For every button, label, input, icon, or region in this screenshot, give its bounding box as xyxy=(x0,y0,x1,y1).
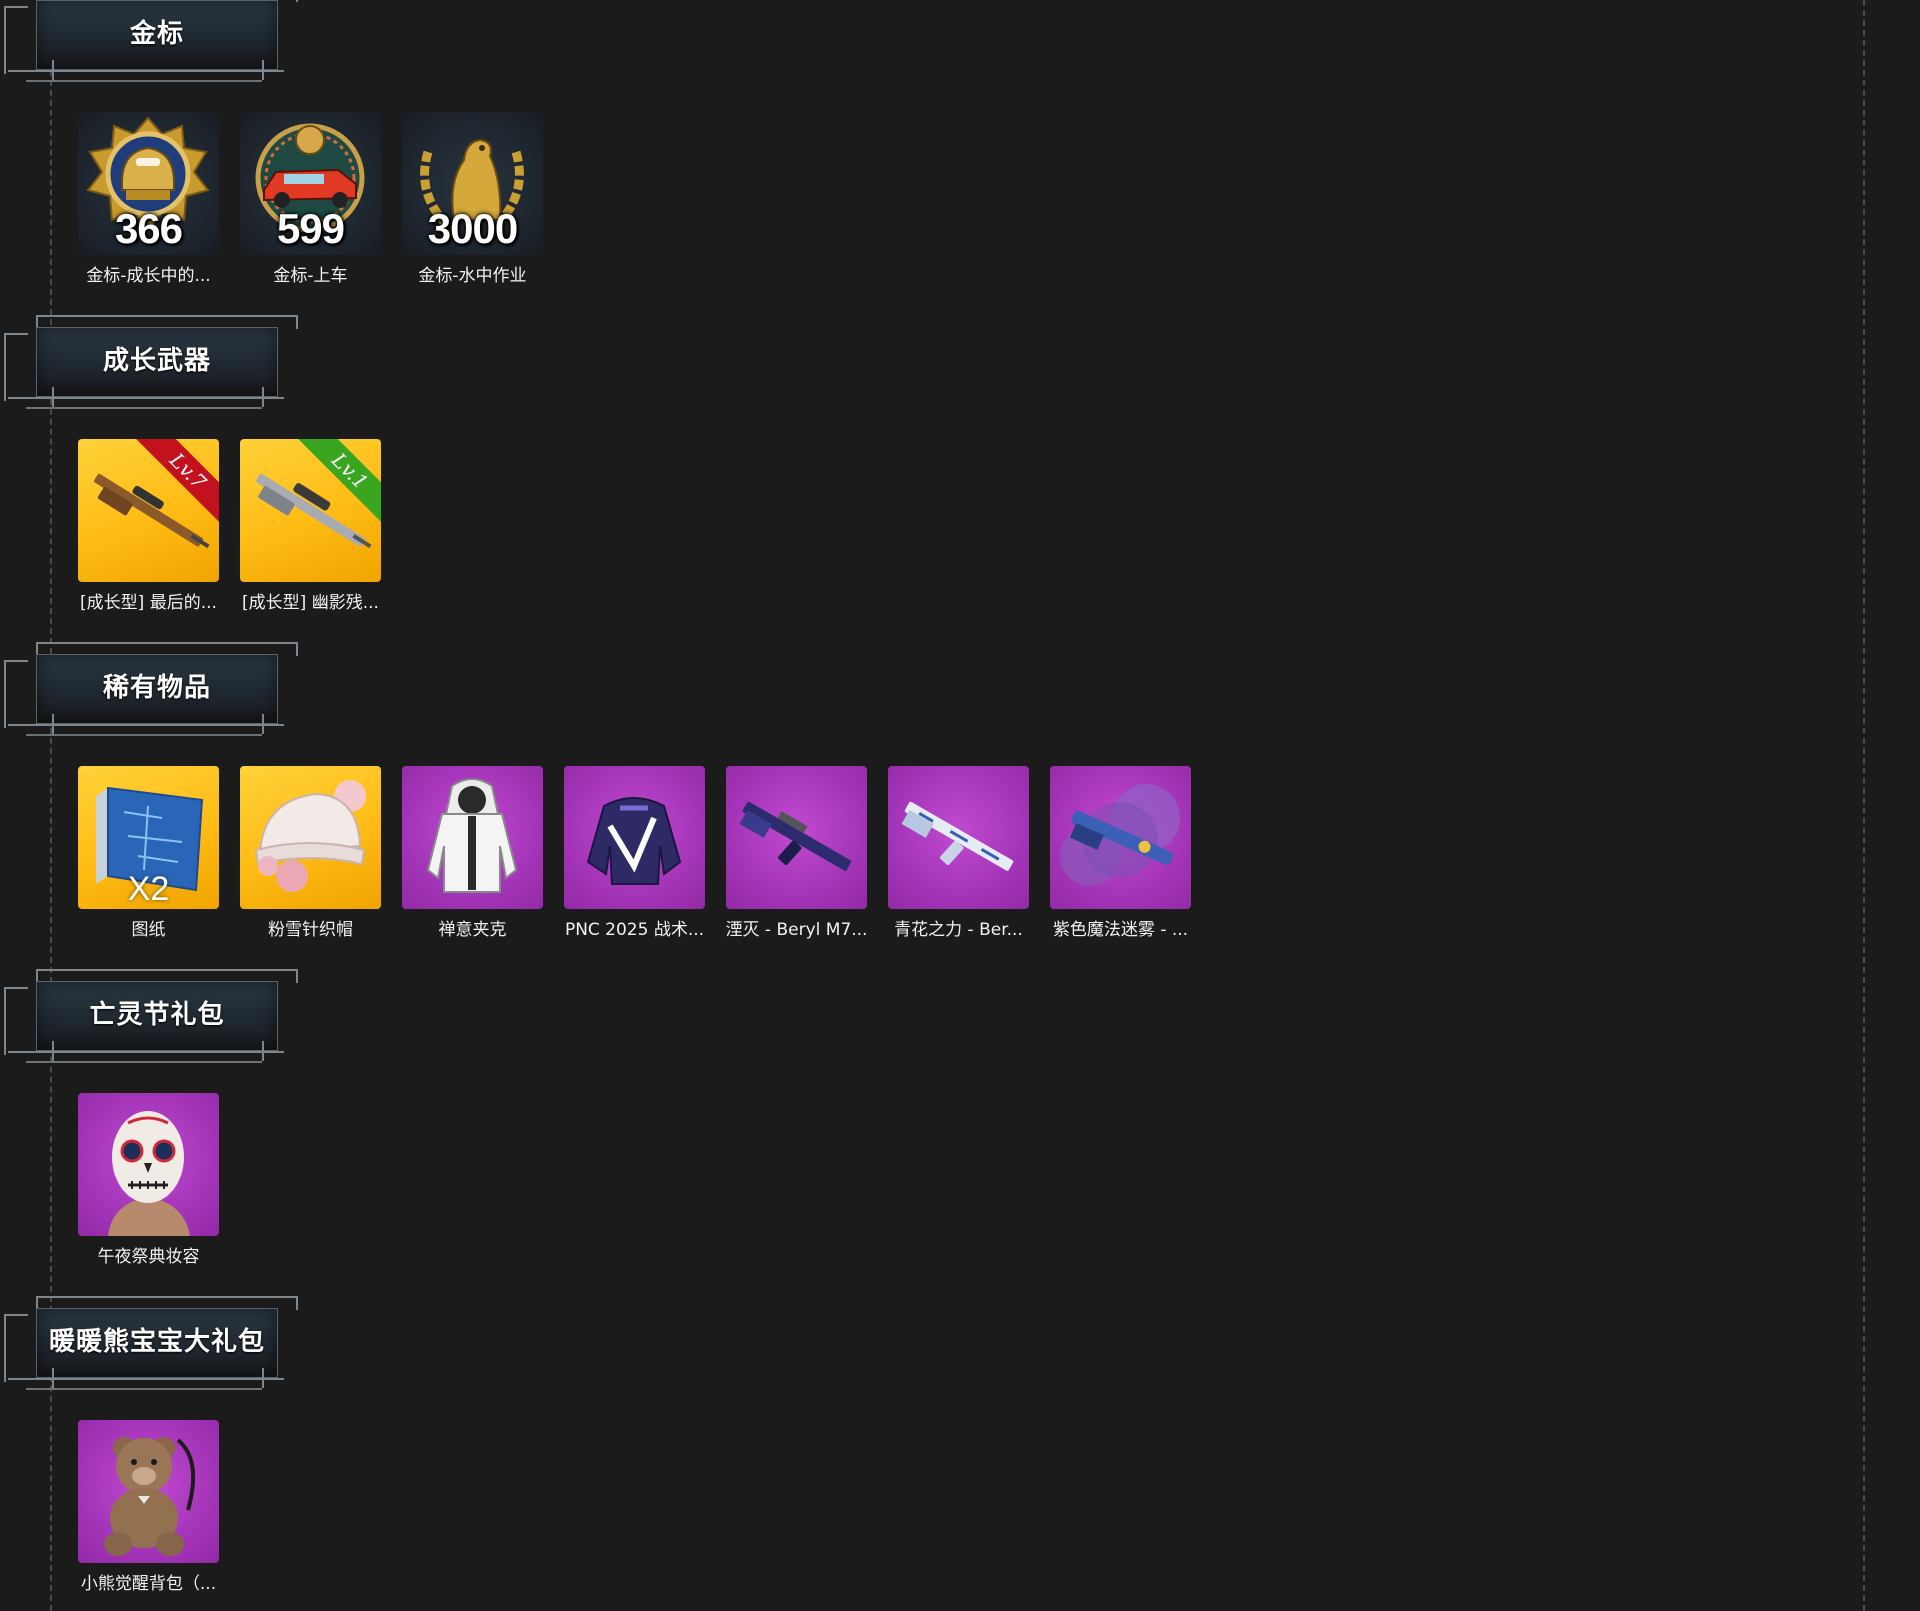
item-label: [成长型] 幽影残... xyxy=(242,593,379,613)
section-header: 稀有物品 xyxy=(0,642,300,752)
item-card[interactable]: 3000 金标-水中作业 xyxy=(402,112,543,286)
item-card[interactable]: 禅意夹克 xyxy=(402,766,543,940)
section-title: 亡灵节礼包 xyxy=(89,1000,225,1030)
shotgun-mist-icon xyxy=(1060,784,1180,886)
section-header: 暖暖熊宝宝大礼包 xyxy=(0,1296,300,1406)
item-card[interactable]: Lv.7 [成长型] 最后的... xyxy=(78,439,219,613)
item-label: 金标-成长中的... xyxy=(86,266,211,286)
item-label: [成长型] 最后的... xyxy=(80,593,217,613)
item-label: 金标-上车 xyxy=(273,266,348,286)
item-label: 粉雪针织帽 xyxy=(268,920,353,940)
item-label: 金标-水中作业 xyxy=(418,266,527,286)
section-header: 亡灵节礼包 xyxy=(0,969,300,1079)
level-badge: Lv.1 xyxy=(294,439,381,527)
item-label: 图纸 xyxy=(131,920,166,940)
right-dashed-guide xyxy=(1863,0,1865,1611)
item-label: 青花之力 - Ber... xyxy=(894,920,1023,940)
skull-face-paint-icon xyxy=(108,1111,190,1236)
level-ribbon: Lv.1 xyxy=(291,439,381,529)
section-header: 成长武器 xyxy=(0,315,300,425)
item-card[interactable]: PNC 2025 战术... xyxy=(564,766,705,940)
item-count: 599 xyxy=(276,205,345,252)
item-label: 湮灭 - Beryl M7... xyxy=(725,920,868,940)
item-label: 紫色魔法迷雾 - ... xyxy=(1052,920,1189,940)
item-card[interactable]: 紫色魔法迷雾 - ... xyxy=(1050,766,1191,940)
item-label: 小熊觉醒背包（... xyxy=(80,1574,217,1594)
section-title: 成长武器 xyxy=(102,346,211,376)
item-quantity: X2 xyxy=(127,870,170,908)
item-count: 3000 xyxy=(427,205,518,252)
teddy-bear-backpack-icon xyxy=(104,1437,196,1556)
item-card[interactable]: Lv.1 [成长型] 幽影残... xyxy=(240,439,381,613)
item-card[interactable]: 小熊觉醒背包（... xyxy=(78,1420,219,1594)
section-header: 金标 xyxy=(0,0,300,98)
hooded-jacket-icon xyxy=(426,778,518,893)
item-grid: 366 金标-成长中的... 599 金标-上车 3000 金标-水中作业 xyxy=(78,112,543,286)
item-card[interactable]: 366 金标-成长中的... xyxy=(78,112,219,286)
item-grid: X2 图纸 粉雪针织帽 禅意夹克 PNC 2025 战术... 湮灭 - Ber… xyxy=(78,766,1191,940)
item-label: 禅意夹克 xyxy=(438,920,507,940)
item-card[interactable]: 粉雪针织帽 xyxy=(240,766,381,940)
assault-rifle-purple-icon xyxy=(739,801,852,871)
item-card[interactable]: 599 金标-上车 xyxy=(240,112,381,286)
item-card[interactable]: 青花之力 - Ber... xyxy=(888,766,1029,940)
section-title: 稀有物品 xyxy=(102,673,211,703)
item-grid: Lv.7 [成长型] 最后的... Lv.1 [成长型] 幽影残... xyxy=(78,439,381,613)
item-card[interactable]: 湮灭 - Beryl M7... xyxy=(726,766,867,940)
item-label: PNC 2025 战术... xyxy=(564,920,705,940)
tactical-top-icon xyxy=(586,797,682,885)
section-title: 暖暖熊宝宝大礼包 xyxy=(48,1327,265,1357)
item-grid: 小熊觉醒背包（... xyxy=(78,1420,219,1594)
item-label: 午夜祭典妆容 xyxy=(97,1247,200,1267)
inventory-page: 金标 366 金标-成长中的... 599 金标-上车 3000 金标-水中作业… xyxy=(0,0,1920,1611)
knit-hat-icon xyxy=(254,780,366,892)
item-count: 366 xyxy=(114,205,183,252)
item-card[interactable]: 午夜祭典妆容 xyxy=(78,1093,219,1267)
level-badge: Lv.7 xyxy=(132,439,219,527)
assault-rifle-porcelain-icon xyxy=(901,801,1014,871)
level-ribbon: Lv.7 xyxy=(129,439,219,529)
item-card[interactable]: X2 图纸 xyxy=(78,766,219,940)
section-title: 金标 xyxy=(129,19,184,49)
item-grid: 午夜祭典妆容 xyxy=(78,1093,219,1267)
